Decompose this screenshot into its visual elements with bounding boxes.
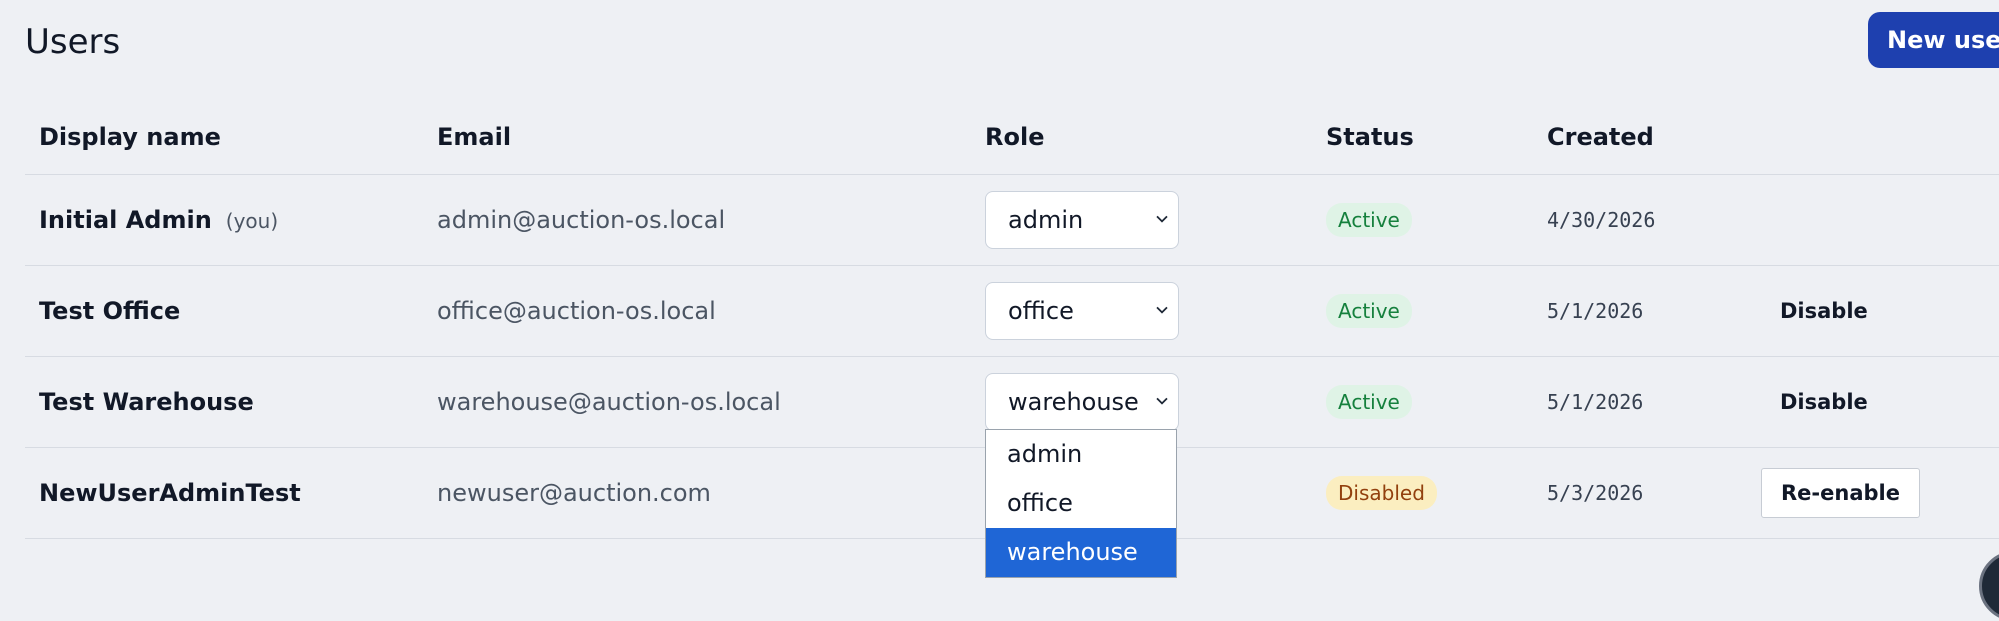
- chevron-down-icon: [1156, 306, 1168, 314]
- user-name: Initial Admin: [39, 206, 212, 234]
- created-date: 5/3/2026: [1547, 481, 1644, 505]
- user-email: admin@auction-os.local: [437, 206, 726, 234]
- column-header-display-name: Display name: [39, 123, 221, 151]
- status-cell: Active: [1326, 294, 1412, 328]
- table-row: Initial Admin (you) admin@auction-os.loca…: [25, 175, 1999, 266]
- column-header-role: Role: [985, 123, 1045, 151]
- role-cell: admin: [985, 191, 1179, 249]
- disable-button[interactable]: Disable: [1780, 390, 1868, 414]
- created-date: 5/1/2026: [1547, 390, 1644, 414]
- role-select-value: warehouse: [1008, 388, 1139, 416]
- display-name-cell: Test Office: [39, 297, 180, 325]
- user-name: Test Warehouse: [39, 388, 254, 416]
- user-email: newuser@auction.com: [437, 479, 711, 507]
- re-enable-button[interactable]: Re-enable: [1761, 468, 1920, 518]
- created-date: 4/30/2026: [1547, 208, 1656, 232]
- status-cell: Disabled: [1326, 476, 1437, 510]
- role-cell: office: [985, 282, 1179, 340]
- user-email: warehouse@auction-os.local: [437, 388, 781, 416]
- table-header: Display name Email Role Status Created: [25, 110, 1999, 175]
- table-row: Test Office office@auction-os.local offi…: [25, 266, 1999, 357]
- floating-action-button[interactable]: [1979, 551, 1999, 621]
- dropdown-option-office[interactable]: office: [986, 479, 1176, 528]
- display-name-cell: Test Warehouse: [39, 388, 254, 416]
- page-title: Users: [25, 22, 121, 62]
- disable-button[interactable]: Disable: [1780, 299, 1868, 323]
- chevron-down-icon: [1156, 215, 1168, 223]
- role-dropdown-list: admin office warehouse: [985, 429, 1177, 578]
- chevron-down-icon: [1156, 397, 1168, 405]
- role-select-value: admin: [1008, 206, 1084, 234]
- role-select[interactable]: admin: [985, 191, 1179, 249]
- role-select[interactable]: office: [985, 282, 1179, 340]
- created-date: 5/1/2026: [1547, 299, 1644, 323]
- role-select-value: office: [1008, 297, 1074, 325]
- user-email: office@auction-os.local: [437, 297, 716, 325]
- column-header-created: Created: [1547, 123, 1654, 151]
- role-select-open[interactable]: warehouse: [985, 373, 1179, 431]
- user-name: Test Office: [39, 297, 181, 325]
- user-name: NewUserAdminTest: [39, 479, 301, 507]
- column-header-status: Status: [1326, 123, 1414, 151]
- role-cell: warehouse: [985, 373, 1179, 431]
- dropdown-option-admin[interactable]: admin: [986, 430, 1176, 479]
- display-name-cell: Initial Admin (you): [39, 206, 278, 234]
- status-cell: Active: [1326, 385, 1412, 419]
- status-badge: Active: [1326, 385, 1412, 419]
- column-header-email: Email: [437, 123, 512, 151]
- you-tag: (you): [225, 209, 279, 233]
- status-badge: Active: [1326, 294, 1412, 328]
- new-user-button[interactable]: New user: [1868, 12, 1999, 68]
- action-cell: Re-enable: [1761, 468, 1920, 518]
- status-cell: Active: [1326, 203, 1412, 237]
- dropdown-option-warehouse[interactable]: warehouse: [986, 528, 1176, 577]
- status-badge: Disabled: [1326, 476, 1437, 510]
- display-name-cell: NewUserAdminTest: [39, 479, 301, 507]
- status-badge: Active: [1326, 203, 1412, 237]
